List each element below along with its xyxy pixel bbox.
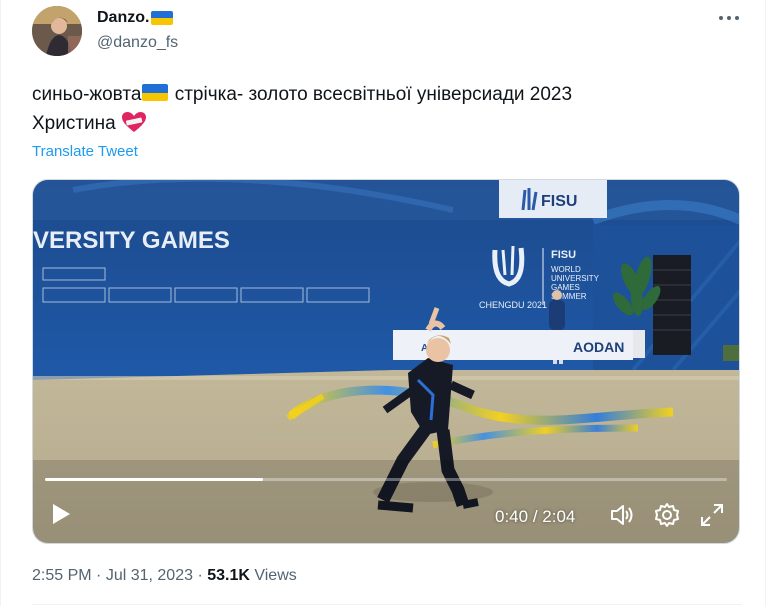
tweet-text-part-2: стрічка- золото всесвітньої універсиади … bbox=[169, 84, 573, 105]
tweet-line-2: Христина bbox=[32, 109, 572, 138]
tweet-text-part-1: синьо-жовта bbox=[32, 84, 142, 105]
tweet-text-part-3: Христина bbox=[32, 113, 122, 134]
volume-muted-icon[interactable] bbox=[609, 502, 635, 528]
time-separator: / bbox=[528, 507, 543, 526]
fisu-top-badge-text: FISU bbox=[541, 193, 577, 210]
divider bbox=[32, 604, 742, 605]
play-icon[interactable] bbox=[49, 502, 73, 526]
avatar-image bbox=[32, 6, 82, 56]
translate-tweet-link[interactable]: Translate Tweet bbox=[32, 143, 138, 160]
city-label: CHENGDU 2021 bbox=[479, 300, 547, 310]
tweet-line-1: синьо-жовта стрічка- золото всесвітньої … bbox=[32, 80, 572, 109]
games-line-2: UNIVERSITY bbox=[551, 274, 600, 283]
video-player[interactable]: VERSITY GAMES FISU CHENGDU 2021 FISU WOR… bbox=[32, 179, 740, 544]
ukraine-flag-icon bbox=[151, 11, 174, 25]
banner-text: VERSITY GAMES bbox=[33, 227, 230, 254]
views-label: Views bbox=[249, 567, 297, 584]
meta-dot: · bbox=[193, 567, 208, 584]
tweet-text: синьо-жовта стрічка- золото всесвітньої … bbox=[32, 80, 572, 138]
views-count: 53.1K bbox=[207, 567, 250, 584]
tweet-meta: 2:55 PM · Jul 31, 2023 · 53.1K Views bbox=[32, 567, 297, 585]
author-handle[interactable]: @danzo_fs bbox=[97, 34, 178, 52]
ukraine-flag-icon bbox=[142, 84, 169, 102]
avatar[interactable] bbox=[32, 6, 82, 56]
author-name-row[interactable]: Danzo. bbox=[97, 9, 174, 27]
fullscreen-icon[interactable] bbox=[699, 502, 725, 528]
timeline-border-left bbox=[0, 0, 1, 606]
current-time: 0:40 bbox=[495, 507, 529, 526]
video-frame: VERSITY GAMES FISU CHENGDU 2021 FISU WOR… bbox=[33, 180, 739, 543]
video-time: 0:40 / 2:04 bbox=[495, 507, 575, 527]
duration: 2:04 bbox=[542, 507, 576, 526]
tweet-time[interactable]: 2:55 PM bbox=[32, 567, 92, 584]
more-options-icon[interactable] bbox=[716, 8, 742, 28]
heart-with-bandage-icon bbox=[122, 111, 147, 132]
sponsor-text-2: AODAN bbox=[573, 339, 624, 355]
tweet-date[interactable]: Jul 31, 2023 bbox=[106, 567, 193, 584]
author-name[interactable]: Danzo. bbox=[97, 9, 149, 27]
meta-dot: · bbox=[91, 567, 106, 584]
settings-gear-icon[interactable] bbox=[654, 502, 680, 528]
games-line-1: WORLD bbox=[551, 265, 581, 274]
fisu-logo-text: FISU bbox=[551, 249, 576, 261]
video-progress-bar[interactable] bbox=[45, 478, 727, 481]
video-progress-fill bbox=[45, 478, 264, 481]
